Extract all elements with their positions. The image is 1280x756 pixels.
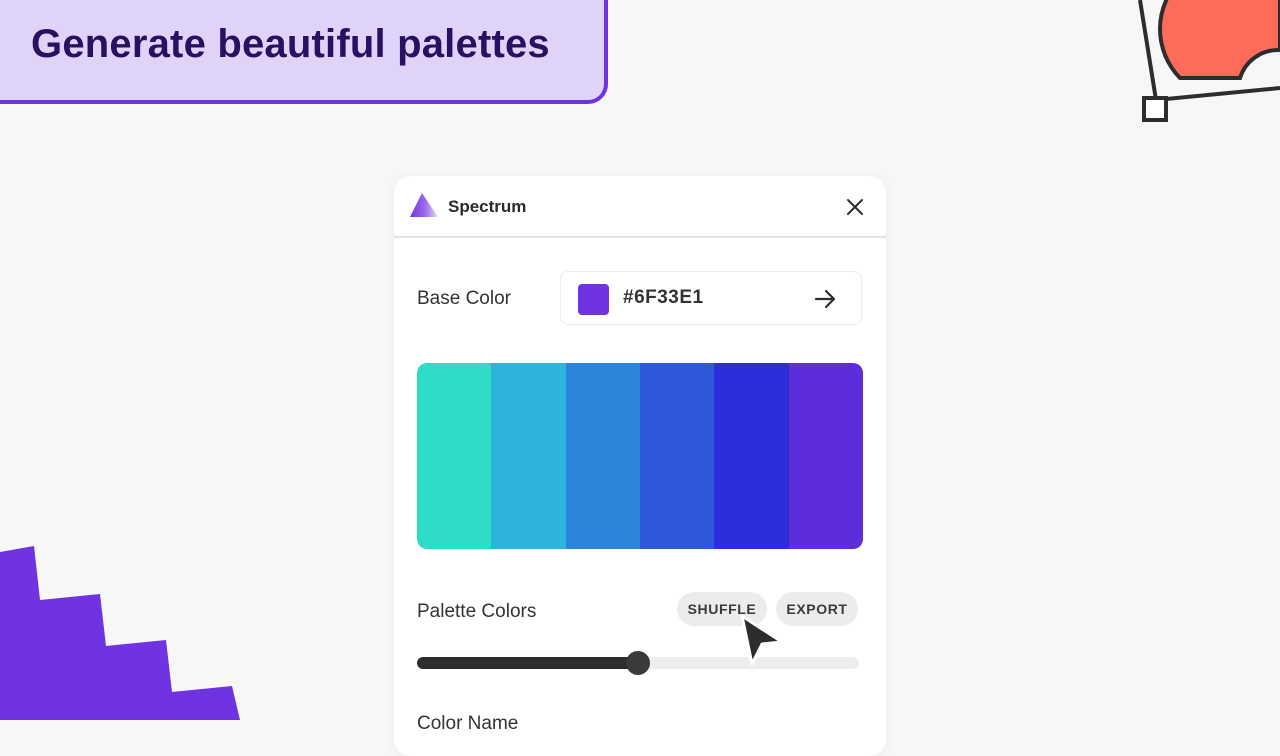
palette-swatch[interactable] bbox=[639, 363, 715, 549]
app-title: Spectrum bbox=[448, 197, 527, 216]
dialog-header: Spectrum bbox=[394, 176, 886, 238]
palette-swatch[interactable] bbox=[714, 363, 789, 549]
palette-swatch[interactable] bbox=[417, 363, 492, 549]
arrow-right-icon[interactable] bbox=[814, 288, 838, 310]
palette-swatch[interactable] bbox=[788, 363, 863, 549]
export-button[interactable]: EXPORT bbox=[776, 592, 858, 626]
base-color-label: Base Color bbox=[417, 288, 511, 309]
slider-thumb[interactable] bbox=[626, 651, 650, 675]
base-color-hex[interactable]: #6F33E1 bbox=[623, 287, 704, 309]
palette-colors-label: Palette Colors bbox=[417, 601, 537, 622]
palette-preview bbox=[417, 363, 863, 549]
base-color-field[interactable]: #6F33E1 bbox=[560, 271, 862, 325]
decorative-arc-shape bbox=[1138, 0, 1280, 122]
palette-swatch[interactable] bbox=[491, 363, 566, 549]
close-icon[interactable] bbox=[844, 196, 866, 218]
mouse-pointer-icon bbox=[740, 614, 784, 666]
color-name-label: Color Name bbox=[417, 713, 519, 734]
palette-count-slider[interactable] bbox=[417, 651, 859, 675]
headline-text: Generate beautiful palettes bbox=[31, 22, 550, 66]
triangle-gradient-icon bbox=[410, 193, 438, 217]
base-color-swatch[interactable] bbox=[578, 284, 609, 315]
decorative-staircase-shape bbox=[0, 546, 240, 720]
slider-fill bbox=[417, 657, 638, 669]
palette-swatch[interactable] bbox=[565, 363, 640, 549]
spectrum-dialog: Spectrum Base Color #6F33E1 Palette Colo… bbox=[394, 176, 886, 756]
